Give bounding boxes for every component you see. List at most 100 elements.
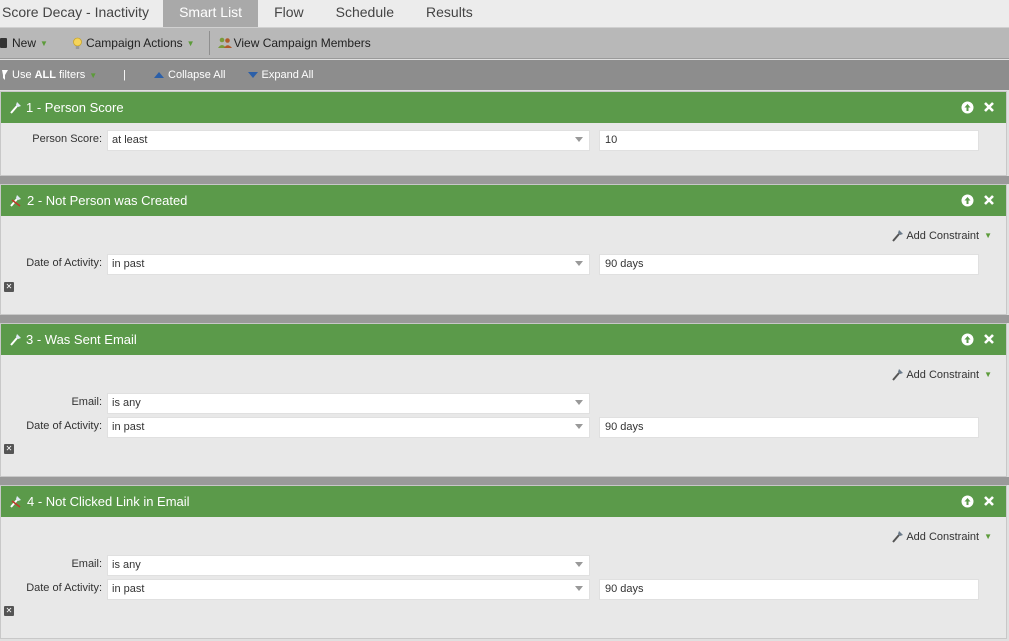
filter-row: Date of Activity: in past 90 days xyxy=(1,579,1008,600)
arrow-up-icon xyxy=(961,495,973,507)
move-up-button[interactable] xyxy=(960,100,974,114)
campaign-title: Score Decay - Inactivity xyxy=(2,4,150,20)
operator-select[interactable]: at least xyxy=(107,130,590,151)
chevron-down-icon: ▼ xyxy=(40,38,48,48)
filter-row: Email: is any xyxy=(1,393,1008,414)
filter-wand-icon xyxy=(892,230,904,242)
filter-separator xyxy=(0,315,1009,323)
filter-wand-icon xyxy=(10,334,21,346)
row-label: Date of Activity: xyxy=(26,257,102,269)
tab-smart-list[interactable]: Smart List xyxy=(163,0,259,27)
campaign-actions-button[interactable]: Campaign Actions ▼ xyxy=(72,28,205,59)
filter-negate-icon xyxy=(10,195,21,207)
chevron-down-icon xyxy=(575,400,583,405)
expand-icon xyxy=(247,72,258,78)
use-all-filters-dropdown[interactable]: Use ALL filters ▼ xyxy=(0,69,97,81)
chevron-down-icon xyxy=(575,261,583,266)
remove-filter-button[interactable] xyxy=(982,100,996,114)
chevron-down-icon: ▼ xyxy=(984,231,992,240)
remove-filter-button[interactable] xyxy=(982,332,996,346)
filter-2: 2 - Not Person was Created Add Constrain… xyxy=(0,184,1007,315)
filter-title: 4 - Not Clicked Link in Email xyxy=(27,494,190,509)
move-up-button[interactable] xyxy=(960,193,974,207)
view-campaign-members-button[interactable]: View Campaign Members xyxy=(217,28,381,59)
filter-title: 3 - Was Sent Email xyxy=(26,332,137,347)
filter-header: 3 - Was Sent Email xyxy=(1,324,1006,355)
chevron-down-icon xyxy=(575,424,583,429)
row-label: Email: xyxy=(71,558,102,570)
chevron-down-icon: ▼ xyxy=(186,38,195,48)
row-label: Person Score: xyxy=(32,133,102,145)
row-label: Date of Activity: xyxy=(26,582,102,594)
row-label: Date of Activity: xyxy=(26,420,102,432)
filter-options-bar: Use ALL filters ▼ | Collapse All Expand … xyxy=(0,60,1009,90)
remove-filter-button[interactable] xyxy=(982,193,996,207)
filter-wand-icon xyxy=(892,369,904,381)
value-input[interactable]: 10 xyxy=(599,130,979,151)
operator-select[interactable]: in past xyxy=(107,254,590,275)
chevron-down-icon: ▼ xyxy=(984,370,992,379)
filter-row: Person Score: at least 10 xyxy=(1,130,1008,151)
toolbar-divider xyxy=(208,31,210,55)
filter-4: 4 - Not Clicked Link in Email Add Constr… xyxy=(0,485,1007,639)
close-icon xyxy=(984,334,994,344)
value-input[interactable]: 90 days xyxy=(599,579,979,600)
arrow-up-icon xyxy=(961,333,973,345)
filter-icon xyxy=(2,70,8,80)
remove-constraint-icon[interactable]: ✕ xyxy=(4,282,14,292)
filter-title: 1 - Person Score xyxy=(26,100,124,115)
tab-bar: Score Decay - Inactivity Smart List Flow… xyxy=(0,0,1009,28)
operator-select[interactable]: is any xyxy=(107,393,590,414)
move-up-button[interactable] xyxy=(960,494,974,508)
new-button[interactable]: New ▼ xyxy=(0,28,58,59)
filter-wand-icon xyxy=(10,102,21,114)
toolbar: New ▼ Campaign Actions ▼ View Campaign M… xyxy=(0,28,1009,59)
filter-separator xyxy=(0,176,1009,184)
chevron-down-icon: ▼ xyxy=(89,70,98,80)
remove-filter-button[interactable] xyxy=(982,494,996,508)
add-constraint-button[interactable]: Add Constraint ▼ xyxy=(891,368,992,381)
row-label: Email: xyxy=(71,396,102,408)
lightbulb-icon xyxy=(73,37,82,49)
filter-row: Date of Activity: in past 90 days xyxy=(1,254,1008,275)
close-icon xyxy=(984,102,994,112)
collapse-icon xyxy=(154,72,165,78)
operator-select[interactable]: is any xyxy=(107,555,590,576)
filter-wand-icon xyxy=(892,531,904,543)
separator: | xyxy=(123,69,127,81)
close-icon xyxy=(984,496,994,506)
filter-negate-icon xyxy=(10,496,21,508)
tab-results[interactable]: Results xyxy=(410,0,489,27)
people-icon xyxy=(217,37,232,48)
operator-select[interactable]: in past xyxy=(107,417,590,438)
remove-constraint-icon[interactable]: ✕ xyxy=(4,606,14,616)
filter-header: 2 - Not Person was Created xyxy=(1,185,1006,216)
collapse-all-button[interactable]: Collapse All xyxy=(154,69,226,81)
tab-flow[interactable]: Flow xyxy=(258,0,320,27)
add-constraint-button[interactable]: Add Constraint ▼ xyxy=(891,530,992,543)
filter-row: Date of Activity: in past 90 days xyxy=(1,417,1008,438)
filter-title: 2 - Not Person was Created xyxy=(27,193,188,208)
operator-select[interactable]: in past xyxy=(107,579,590,600)
chevron-down-icon xyxy=(575,562,583,567)
arrow-up-icon xyxy=(961,194,973,206)
filter-header: 4 - Not Clicked Link in Email xyxy=(1,486,1006,517)
tab-schedule[interactable]: Schedule xyxy=(320,0,410,27)
move-up-button[interactable] xyxy=(960,332,974,346)
filter-header: 1 - Person Score xyxy=(1,92,1006,123)
add-constraint-button[interactable]: Add Constraint ▼ xyxy=(891,229,992,242)
value-input[interactable]: 90 days xyxy=(599,417,979,438)
filter-1: 1 - Person Score Person Score: at least … xyxy=(0,91,1007,176)
new-icon xyxy=(0,38,7,48)
chevron-down-icon xyxy=(575,137,583,142)
arrow-up-icon xyxy=(961,101,973,113)
chevron-down-icon xyxy=(575,586,583,591)
value-input[interactable]: 90 days xyxy=(599,254,979,275)
remove-constraint-icon[interactable]: ✕ xyxy=(4,444,14,454)
expand-all-button[interactable]: Expand All xyxy=(247,69,313,81)
filter-separator xyxy=(0,477,1009,485)
close-icon xyxy=(984,195,994,205)
chevron-down-icon: ▼ xyxy=(984,532,992,541)
filter-3: 3 - Was Sent Email Add Constraint ▼ Emai… xyxy=(0,323,1007,477)
filter-row: Email: is any xyxy=(1,555,1008,576)
